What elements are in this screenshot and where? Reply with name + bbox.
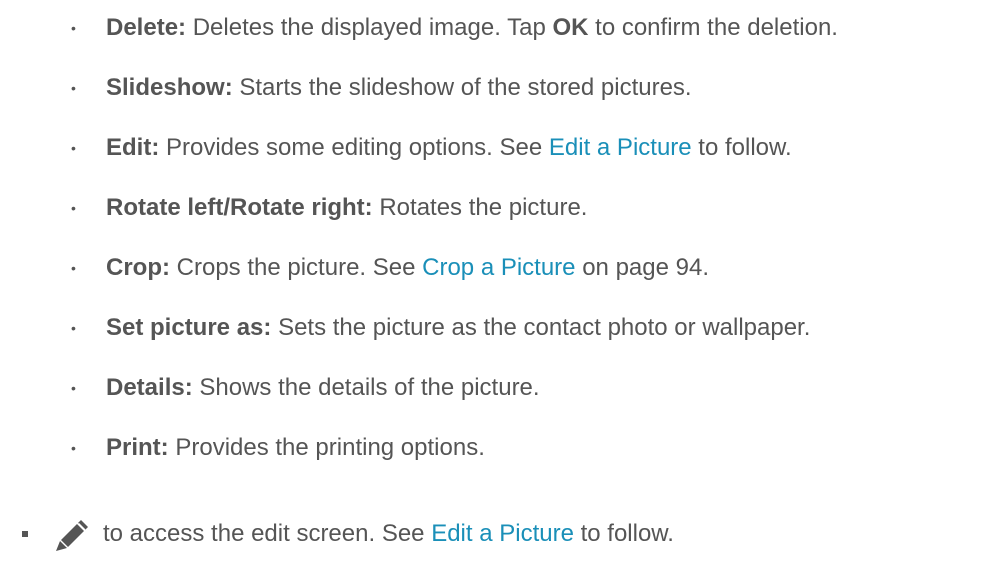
item-text: Rotate left/Rotate right: Rotates the pi… [106,188,587,228]
bullet: • [71,440,76,456]
pencil-icon [48,514,88,554]
bullet: • [71,380,76,396]
item-desc: Rotates the picture. [379,194,588,221]
bullet: • [71,140,76,156]
item-desc-end: on page 94. [575,254,709,281]
bullet: • [71,80,76,96]
bullet: • [71,260,76,276]
item-label: Crop: [106,254,170,281]
square-bullet [22,531,28,537]
item-text: to access the edit screen. See Edit a Pi… [103,514,674,554]
item-desc: Sets the picture as the contact photo or… [278,314,811,341]
item-text: Crop: Crops the picture. See Crop a Pict… [106,248,709,288]
edit-a-picture-link[interactable]: Edit a Picture [431,520,574,547]
option-list: • Delete: Deletes the displayed image. T… [0,0,1005,577]
item-desc: Provides some editing options. See [166,134,549,161]
item-label: Rotate left/Rotate right: [106,194,373,221]
bullet: • [71,20,76,36]
item-text: Slideshow: Starts the slideshow of the s… [106,68,692,108]
item-desc: Deletes the displayed image. Tap [192,14,553,41]
item-desc: Provides the printing options. [175,434,485,461]
item-desc: Shows the details of the picture. [199,374,540,401]
item-text: Edit: Provides some editing options. See… [106,128,792,168]
item-text: Print: Provides the printing options. [106,428,485,468]
item-desc-end: to follow. [691,134,792,161]
item-label: Delete: [106,14,187,41]
item-text: Set picture as: Sets the picture as the … [106,308,810,348]
item-text: Delete: Deletes the displayed image. Tap… [106,8,838,48]
item-label: Print: [106,434,169,461]
item-label: Slideshow: [106,74,233,101]
item-desc-end: to confirm the deletion. [588,14,838,41]
crop-a-picture-link[interactable]: Crop a Picture [422,254,575,281]
bullet: • [71,320,76,336]
item-desc: Crops the picture. See [176,254,423,281]
item-text: Details: Shows the details of the pictur… [106,368,540,408]
ok-keyword: OK [552,14,589,41]
item-label: Details: [106,374,193,401]
edit-a-picture-link[interactable]: Edit a Picture [549,134,692,161]
bullet: • [71,200,76,216]
item-label: Edit: [106,134,160,161]
item-desc: to access the edit screen. See [103,520,432,547]
item-desc-end: to follow. [573,520,674,547]
item-label: Set picture as: [106,314,272,341]
item-desc: Starts the slideshow of the stored pictu… [239,74,692,101]
